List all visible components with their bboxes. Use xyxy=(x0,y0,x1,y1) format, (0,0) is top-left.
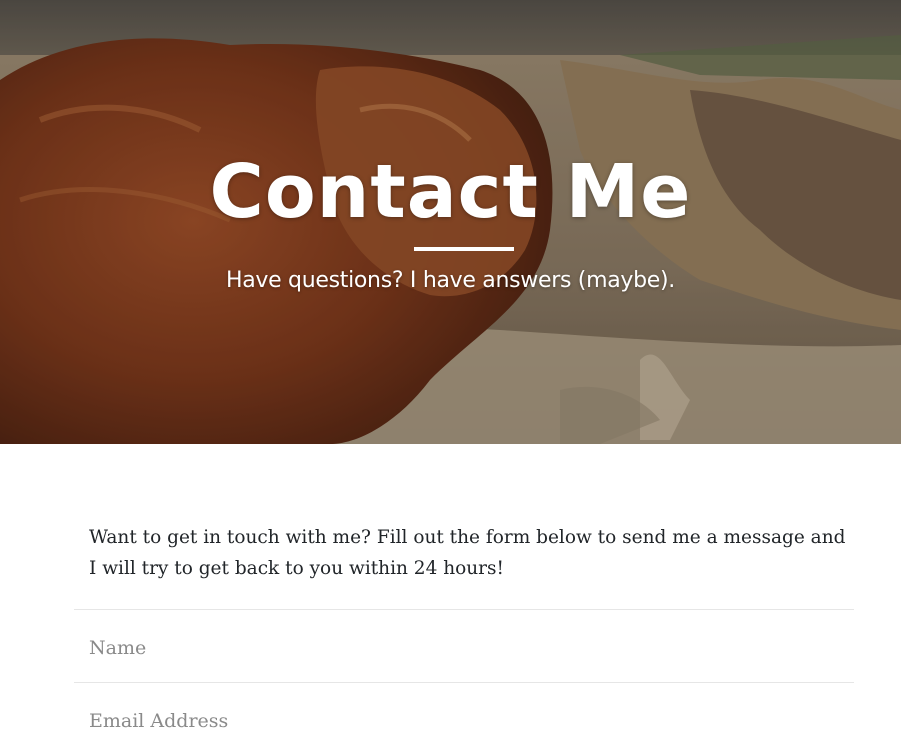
email-field-group xyxy=(74,682,854,755)
page-header: Contact Me Have questions? I have answer… xyxy=(0,0,901,444)
contact-content: Want to get in touch with me? Fill out t… xyxy=(74,444,854,755)
email-input[interactable] xyxy=(89,703,829,739)
name-input[interactable] xyxy=(89,630,829,666)
intro-text: Want to get in touch with me? Fill out t… xyxy=(89,527,846,579)
name-field-group xyxy=(74,609,854,682)
title-divider xyxy=(414,247,514,251)
contact-form xyxy=(74,609,854,755)
page-subtitle: Have questions? I have answers (maybe). xyxy=(225,268,675,293)
page-title: Contact Me xyxy=(209,149,692,235)
